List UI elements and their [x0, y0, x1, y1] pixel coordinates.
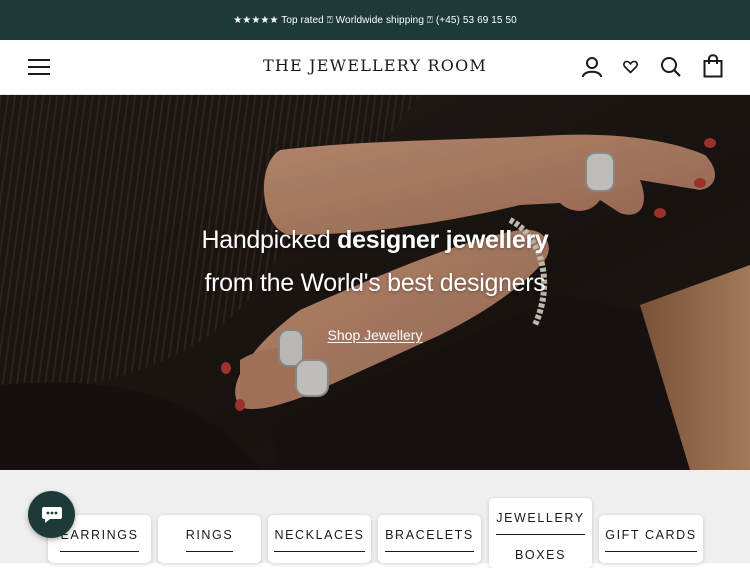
- category-label: RINGS: [185, 528, 234, 552]
- hero-heading: Handpicked designer jewellery from the W…: [0, 223, 750, 300]
- category-jewellery-boxes-button[interactable]: JEWELLERY BOXES: [489, 498, 592, 568]
- announcement-bar: ★★★★★ Top rated ⍰ Worldwide shipping ⍰ (…: [0, 0, 750, 40]
- hero-subtitle: from the World's best designers: [204, 269, 546, 297]
- category-necklaces-button[interactable]: NECKLACES: [268, 515, 371, 563]
- category-label-line2: BOXES: [514, 548, 567, 562]
- category-label: GIFT CARDS: [605, 528, 697, 552]
- wishlist-heart-icon[interactable]: [623, 60, 638, 74]
- category-label: EARRINGS: [60, 528, 139, 552]
- site-header: THE JEWELLERY ROOM: [0, 40, 750, 95]
- cart-bag-icon[interactable]: [703, 54, 723, 78]
- chat-bubble-icon: [41, 506, 62, 523]
- category-label: BRACELETS: [385, 528, 474, 552]
- hero-banner[interactable]: Handpicked designer jewellery from the W…: [0, 95, 750, 470]
- shop-jewellery-link[interactable]: Shop Jewellery: [328, 327, 423, 343]
- category-label: NECKLACES: [274, 528, 365, 552]
- hero-title: Handpicked designer jewellery: [201, 226, 549, 254]
- hero-cta-container: Shop Jewellery: [0, 327, 750, 345]
- category-nav: EARRINGS RINGS NECKLACES BRACELETS JEWEL…: [0, 470, 750, 568]
- search-icon[interactable]: [660, 56, 682, 78]
- announcement-text: ★★★★★ Top rated ⍰ Worldwide shipping ⍰ (…: [233, 14, 517, 26]
- account-icon[interactable]: [581, 56, 603, 78]
- category-label: JEWELLERY: [496, 511, 585, 535]
- category-gift-cards-button[interactable]: GIFT CARDS: [599, 515, 703, 563]
- chat-widget-button[interactable]: [28, 491, 75, 538]
- category-rings-button[interactable]: RINGS: [158, 515, 261, 563]
- category-bracelets-button[interactable]: BRACELETS: [378, 515, 481, 563]
